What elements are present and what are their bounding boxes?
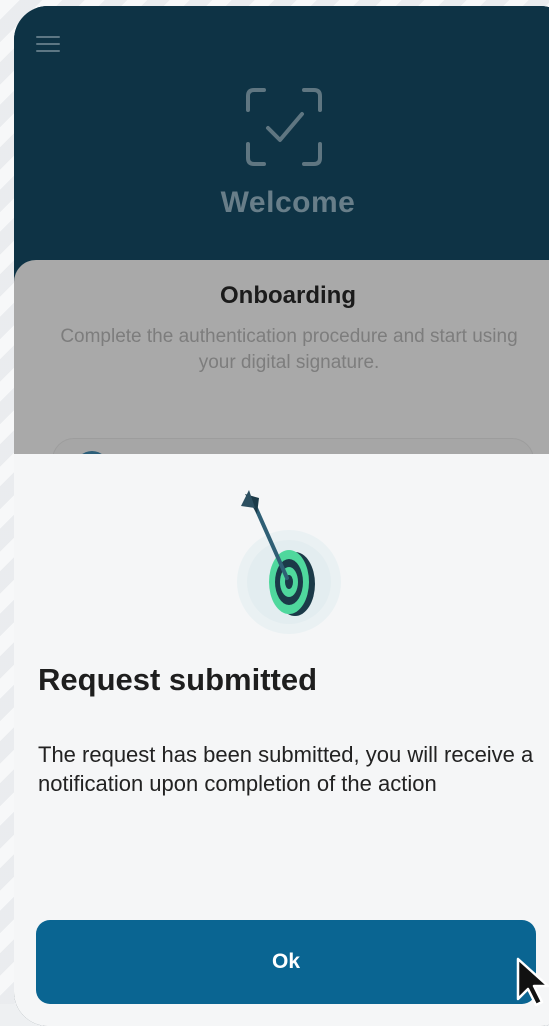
- dialog-message: The request has been submitted, you will…: [38, 742, 534, 796]
- hamburger-menu-icon[interactable]: [36, 36, 60, 54]
- request-submitted-dialog: Request submitted The request has been s…: [14, 454, 549, 1026]
- checkbox-check-icon: [246, 88, 322, 166]
- header: Welcome: [14, 6, 549, 266]
- target-arrow-icon: [237, 490, 341, 634]
- onboarding-title: Onboarding: [220, 282, 356, 309]
- ok-button[interactable]: Ok: [36, 920, 536, 1004]
- onboarding-description: Complete the authentication procedure an…: [60, 326, 518, 373]
- dialog-title: Request submitted: [38, 662, 318, 697]
- mouse-cursor-icon: [516, 957, 549, 1007]
- welcome-title: Welcome: [220, 186, 356, 219]
- app-screen: Welcome Onboarding Complete the authenti…: [14, 6, 549, 1026]
